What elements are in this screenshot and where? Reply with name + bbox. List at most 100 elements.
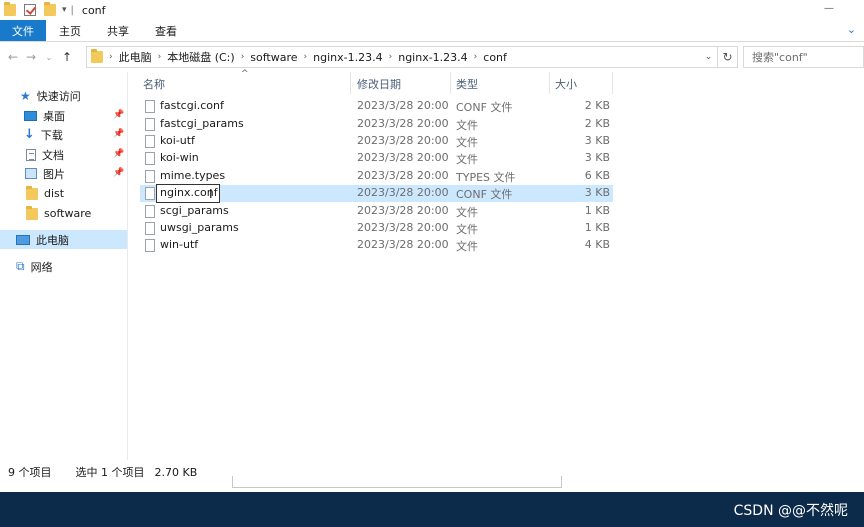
nav-network[interactable]: ⧉ 网络 bbox=[16, 257, 53, 276]
nav-item-pictures[interactable]: 图片 bbox=[25, 164, 65, 183]
file-row[interactable]: fastcgi.conf 2023/3/28 20:00 CONF 文件 2 K… bbox=[140, 98, 613, 115]
file-date: 2023/3/28 20:00 bbox=[357, 134, 449, 147]
expand-ribbon-icon[interactable]: ⌄ bbox=[847, 23, 856, 36]
folder-icon bbox=[26, 205, 38, 220]
nav-network-label: 网络 bbox=[30, 260, 53, 274]
file-row[interactable]: mime.types 2023/3/28 20:00 TYPES 文件 6 KB bbox=[140, 168, 613, 185]
chevron-right-icon[interactable]: › bbox=[158, 52, 162, 62]
refresh-icon[interactable]: ↻ bbox=[717, 47, 737, 67]
chevron-right-icon[interactable]: › bbox=[109, 52, 113, 62]
folder-icon bbox=[4, 2, 16, 16]
pin-icon[interactable]: 📌 bbox=[113, 129, 124, 139]
nav-item-software[interactable]: software bbox=[26, 204, 91, 223]
file-type: 文件 bbox=[456, 153, 478, 166]
desktop-icon bbox=[24, 110, 37, 121]
up-icon[interactable]: ↑ bbox=[58, 50, 76, 64]
pin-icon[interactable]: 📌 bbox=[113, 110, 124, 120]
quick-access-dropdown-icon[interactable]: ▾ bbox=[62, 5, 67, 15]
document-icon bbox=[26, 148, 36, 161]
breadcrumb-software[interactable]: software bbox=[250, 51, 297, 64]
file-list: ^ 名称 修改日期 类型 大小 fastcgi.conf 2023/3/28 2… bbox=[128, 69, 864, 460]
breadcrumb-nginx-inner[interactable]: nginx-1.23.4 bbox=[398, 51, 467, 64]
file-name: koi-win bbox=[160, 151, 199, 164]
file-icon bbox=[145, 205, 155, 218]
file-size: 6 KB bbox=[584, 169, 610, 182]
file-date: 2023/3/28 20:00 bbox=[357, 186, 449, 199]
folder-icon bbox=[26, 185, 38, 200]
address-dropdown-icon[interactable]: ⌄ bbox=[699, 47, 717, 67]
column-name[interactable]: 名称 bbox=[143, 76, 165, 92]
file-size: 4 KB bbox=[584, 238, 610, 251]
file-type: 文件 bbox=[456, 240, 478, 253]
file-name: fastcgi.conf bbox=[160, 99, 224, 112]
file-icon bbox=[145, 222, 155, 235]
nav-item-label: 下载 bbox=[40, 128, 63, 142]
breadcrumb-conf[interactable]: conf bbox=[483, 51, 507, 64]
address-bar[interactable]: › 此电脑 › 本地磁盘 (C:) › software › nginx-1.2… bbox=[86, 46, 738, 68]
nav-item-dist[interactable]: dist bbox=[26, 184, 64, 203]
recent-locations-icon[interactable]: ⌄ bbox=[40, 53, 58, 62]
nav-quick-access-label: 快速访问 bbox=[36, 89, 81, 103]
file-row[interactable]: win-utf 2023/3/28 20:00 文件 4 KB bbox=[140, 237, 613, 254]
selection-size: 2.70 KB bbox=[154, 465, 198, 479]
chevron-right-icon[interactable]: › bbox=[389, 52, 393, 62]
column-size[interactable]: 大小 bbox=[555, 76, 577, 92]
column-divider[interactable] bbox=[549, 72, 550, 94]
file-row-selected[interactable]: nginx.conf I 2023/3/28 20:00 CONF 文件 3 K… bbox=[140, 184, 613, 203]
nav-this-pc[interactable]: 此电脑 bbox=[0, 230, 127, 249]
tab-home[interactable]: 主页 bbox=[46, 20, 94, 41]
column-divider[interactable] bbox=[350, 72, 351, 94]
file-date: 2023/3/28 20:00 bbox=[357, 204, 449, 217]
tab-view[interactable]: 查看 bbox=[142, 20, 190, 41]
nav-item-downloads[interactable]: ↓ 下载 bbox=[24, 125, 63, 144]
file-size: 3 KB bbox=[584, 134, 610, 147]
pin-icon[interactable]: 📌 bbox=[113, 149, 124, 159]
file-size: 1 KB bbox=[584, 221, 610, 234]
chevron-right-icon[interactable]: › bbox=[474, 52, 478, 62]
title-separator: | bbox=[70, 4, 74, 16]
background-window-edge bbox=[232, 476, 562, 488]
picture-icon bbox=[25, 168, 37, 179]
tab-share[interactable]: 共享 bbox=[94, 20, 142, 41]
file-date: 2023/3/28 20:00 bbox=[357, 99, 449, 112]
file-icon bbox=[145, 239, 155, 252]
column-date[interactable]: 修改日期 bbox=[357, 76, 401, 92]
file-icon bbox=[145, 187, 155, 200]
selection-count: 选中 1 个项目 bbox=[75, 466, 145, 479]
new-folder-icon[interactable] bbox=[44, 2, 56, 16]
chevron-right-icon[interactable]: › bbox=[304, 52, 308, 62]
pin-icon[interactable]: 📌 bbox=[113, 168, 124, 178]
breadcrumb-local-disk[interactable]: 本地磁盘 (C:) bbox=[167, 49, 234, 65]
file-name: uwsgi_params bbox=[160, 221, 239, 234]
tab-file[interactable]: 文件 bbox=[0, 20, 46, 41]
file-row[interactable]: koi-utf 2023/3/28 20:00 文件 3 KB bbox=[140, 133, 613, 150]
file-icon bbox=[145, 170, 155, 183]
nav-item-label: software bbox=[44, 207, 92, 220]
nav-item-label: 桌面 bbox=[43, 109, 65, 123]
column-divider[interactable] bbox=[612, 72, 613, 94]
breadcrumb-this-pc[interactable]: 此电脑 bbox=[119, 49, 152, 65]
file-row[interactable]: koi-win 2023/3/28 20:00 文件 3 KB bbox=[140, 150, 613, 167]
file-row[interactable]: scgi_params 2023/3/28 20:00 文件 1 KB bbox=[140, 203, 613, 220]
file-row[interactable]: fastcgi_params 2023/3/28 20:00 文件 2 KB bbox=[140, 116, 613, 133]
address-folder-icon bbox=[91, 49, 103, 63]
search-input[interactable]: 搜索"conf" bbox=[743, 46, 864, 68]
file-size: 3 KB bbox=[584, 151, 610, 164]
title-bar: ▾ | conf — bbox=[0, 0, 864, 20]
network-icon: ⧉ bbox=[16, 259, 25, 273]
minimize-icon[interactable]: — bbox=[824, 3, 834, 14]
forward-icon[interactable]: → bbox=[22, 50, 40, 64]
column-divider[interactable] bbox=[450, 72, 451, 94]
nav-item-label: dist bbox=[44, 187, 65, 200]
column-type[interactable]: 类型 bbox=[456, 76, 478, 92]
properties-icon[interactable] bbox=[24, 4, 36, 16]
breadcrumb-nginx-outer[interactable]: nginx-1.23.4 bbox=[313, 51, 382, 64]
chevron-right-icon[interactable]: › bbox=[241, 52, 245, 62]
rename-input[interactable]: nginx.conf I bbox=[156, 184, 220, 203]
file-row[interactable]: uwsgi_params 2023/3/28 20:00 文件 1 KB bbox=[140, 220, 613, 237]
nav-quick-access[interactable]: ★ 快速访问 bbox=[20, 86, 81, 105]
file-type: CONF 文件 bbox=[456, 188, 513, 201]
nav-item-desktop[interactable]: 桌面 bbox=[24, 106, 65, 125]
back-icon[interactable]: ← bbox=[4, 50, 22, 64]
nav-item-documents[interactable]: 文档 bbox=[26, 145, 64, 164]
